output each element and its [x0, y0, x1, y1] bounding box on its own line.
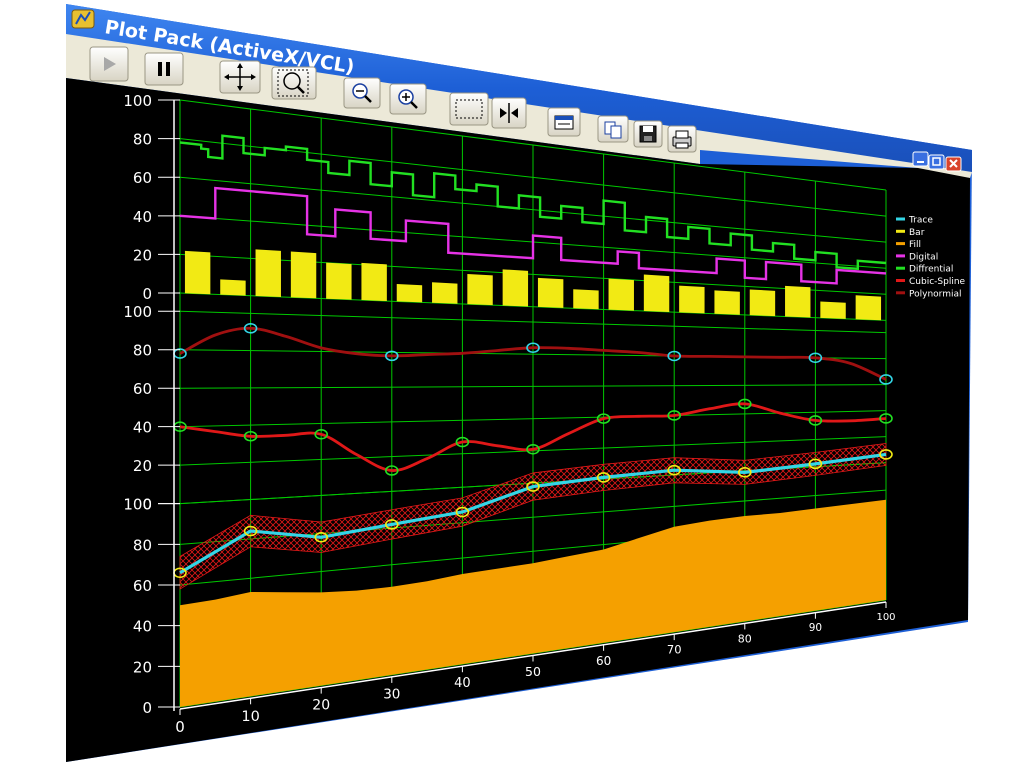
y-tick-label: 100	[123, 303, 152, 321]
y-tick-label: 40	[133, 419, 152, 437]
y-tick-label: 40	[133, 208, 152, 226]
bar-mark	[255, 249, 281, 297]
y-tick-label: 60	[133, 380, 152, 398]
x-tick-label: 0	[175, 718, 185, 736]
x-tick-label: 20	[312, 698, 330, 714]
y-tick-label: 100	[123, 496, 152, 514]
select-rect-button[interactable]	[449, 92, 489, 126]
bar-mark	[855, 295, 882, 321]
x-tick-label: 40	[454, 676, 471, 691]
app-icon[interactable]	[71, 9, 95, 29]
save-button[interactable]	[633, 120, 663, 148]
legend-label: Fill	[909, 240, 921, 250]
legend-label: Digital	[909, 252, 938, 262]
x-tick-label: 60	[596, 654, 611, 668]
zoom-box-button[interactable]	[271, 66, 317, 100]
bar-mark	[573, 289, 599, 310]
properties-button[interactable]	[547, 107, 581, 137]
bar-mark	[220, 279, 246, 296]
pause-button[interactable]	[144, 52, 184, 86]
maximize-button[interactable]	[928, 154, 945, 170]
zoom-in-button[interactable]	[389, 83, 427, 115]
x-tick-label: 50	[525, 664, 541, 679]
y-tick-label: 20	[133, 246, 152, 264]
bar-mark	[326, 262, 352, 300]
cursor-button[interactable]	[491, 97, 527, 129]
window-canvas: Plot Pack (ActiveX/VCL) 0204060801000204…	[66, 4, 972, 762]
close-button[interactable]	[945, 156, 962, 172]
y-tick-label: 0	[142, 285, 152, 303]
print-icon	[672, 130, 692, 149]
play-button[interactable]	[89, 46, 129, 82]
zoom-out-button[interactable]	[343, 77, 381, 109]
x-tick-label: 100	[876, 612, 895, 623]
legend-label: Trace	[908, 216, 933, 226]
save-icon	[639, 125, 657, 143]
y-tick-label: 60	[133, 577, 152, 595]
bar-mark	[785, 285, 811, 318]
plot-pack-window: Plot Pack (ActiveX/VCL) 0 20 40 60 80 100 0 20 4…	[0, 0, 1024, 768]
y-tick-label: 60	[133, 169, 152, 187]
print-button[interactable]	[667, 125, 697, 153]
x-tick-label: 80	[738, 632, 752, 645]
bar-mark	[432, 282, 458, 304]
minimize-button[interactable]	[912, 151, 929, 167]
bar-mark	[749, 289, 776, 317]
legend-label: Bar	[909, 228, 925, 238]
y-tick-label: 80	[133, 131, 152, 149]
bar-mark	[820, 301, 846, 319]
y-tick-label: 80	[133, 536, 152, 554]
x-tick-label: 70	[667, 643, 682, 657]
bar-mark	[643, 274, 670, 312]
y-tick-label: 80	[133, 342, 152, 360]
bar-mark	[714, 290, 740, 315]
bar-mark	[679, 285, 705, 314]
bar-mark	[361, 262, 387, 302]
y-tick-label: 20	[133, 457, 152, 475]
legend-label: Cubic-Spline	[909, 277, 966, 287]
bar-mark	[184, 250, 211, 295]
y-tick-label: 0	[142, 699, 152, 717]
bar-mark	[502, 269, 529, 307]
legend-label: Polynormial	[909, 289, 961, 299]
y-tick-label: 100	[123, 92, 152, 110]
x-tick-label: 30	[383, 686, 400, 702]
legend-label: Diffrential	[909, 265, 953, 275]
y-tick-label: 20	[133, 658, 152, 676]
x-tick-label: 10	[241, 709, 259, 725]
bar-mark	[290, 251, 317, 299]
bar-mark	[608, 278, 634, 311]
bar-mark	[467, 274, 493, 306]
bar-mark	[537, 277, 564, 308]
x-tick-label: 90	[809, 622, 822, 634]
properties-icon	[554, 115, 574, 130]
y-tick-label: 40	[133, 618, 152, 636]
pan-button[interactable]	[219, 60, 261, 94]
bar-mark	[396, 284, 423, 303]
copy-button[interactable]	[597, 115, 629, 143]
